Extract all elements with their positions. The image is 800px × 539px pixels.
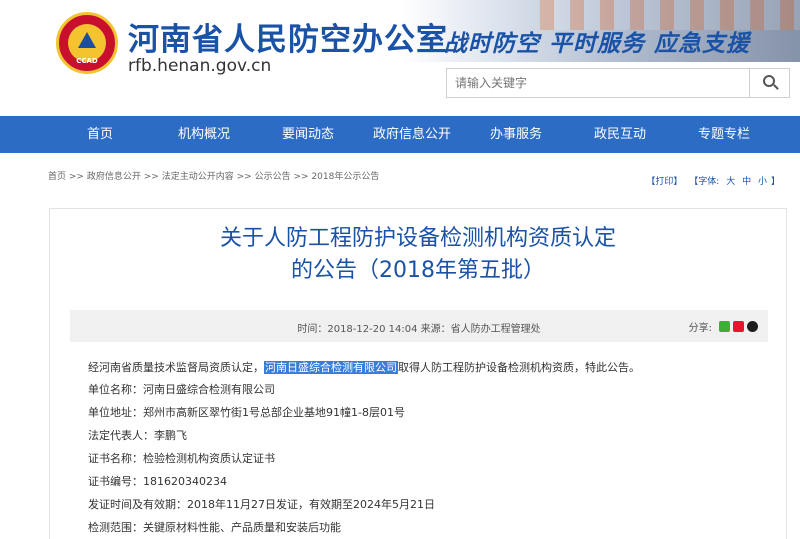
main-nav: 首页 机构概况 要闻动态 政府信息公开 办事服务 政民互动 专题专栏: [0, 116, 800, 153]
font-medium-button[interactable]: 中: [742, 177, 751, 187]
logo-triangle-icon: [78, 32, 96, 48]
font-large-button[interactable]: 大: [726, 177, 735, 187]
breadcrumb: 首页 >> 政府信息公开 >> 法定主动公开内容 >> 公示公告 >> 2018…: [48, 169, 379, 182]
intro-text-before: 经河南省质量技术监督局资质认定，: [88, 361, 264, 374]
site-url: rfb.henan.gov.cn: [128, 56, 272, 76]
field-legal-representative: 法定代表人：李鹏飞: [88, 429, 187, 442]
article-meta: 时间：2018-12-20 14:04 来源：省人防办工程管理处: [297, 324, 541, 335]
nav-item-organization[interactable]: 机构概况: [152, 116, 256, 153]
logo-text: CCAD: [76, 57, 98, 65]
intro-text-after: 取得人防工程防护设备检测机构资质，特此公告。: [398, 361, 640, 374]
breadcrumb-link-2018-notices[interactable]: 2018年公示公告: [311, 172, 379, 182]
nav-item-news[interactable]: 要闻动态: [256, 116, 360, 153]
breadcrumb-link-notices[interactable]: 公示公告: [255, 172, 291, 182]
font-small-button[interactable]: 小: [758, 177, 767, 187]
search-box: [446, 68, 790, 98]
site-title[interactable]: 河南省人民防空办公室: [128, 14, 448, 59]
print-button[interactable]: 【打印】: [646, 177, 682, 187]
search-input[interactable]: [447, 69, 749, 97]
qq-share-icon[interactable]: [747, 321, 758, 332]
breadcrumb-separator: >>: [293, 172, 309, 182]
breadcrumb-separator: >>: [68, 172, 84, 182]
field-issue-validity: 发证时间及有效期：2018年11月27日发证，有效期至2024年5月21日: [88, 498, 435, 511]
breadcrumb-link-home[interactable]: 首页: [48, 172, 66, 182]
field-certificate-name: 证书名称：检验检测机构资质认定证书: [88, 452, 275, 465]
share-bar: 分享:: [689, 319, 758, 334]
font-size-label: 【字体:: [689, 177, 720, 187]
page-tools: 【打印】 【字体: 大 中 小】: [642, 174, 780, 187]
search-button[interactable]: [749, 69, 789, 97]
wechat-share-icon[interactable]: [719, 321, 730, 332]
share-label: 分享:: [688, 323, 712, 334]
article-intro: 经河南省质量技术监督局资质认定，河南日盛综合检测有限公司取得人防工程防护设备检测…: [88, 359, 640, 375]
field-certificate-number: 证书编号：181620340234: [88, 475, 227, 488]
site-header: CCAD 河南省人民防空办公室 rfb.henan.gov.cn 战时防空 平时…: [0, 0, 800, 116]
field-testing-scope: 检测范围：关键原材料性能、产品质量和安装后功能: [88, 521, 341, 534]
search-icon-handle: [773, 84, 779, 90]
breadcrumb-link-gov-info[interactable]: 政府信息公开: [87, 172, 141, 182]
nav-item-home[interactable]: 首页: [48, 116, 152, 153]
intro-highlighted-company: 河南日盛综合检测有限公司: [264, 361, 398, 374]
breadcrumb-link-statutory[interactable]: 法定主动公开内容: [162, 172, 234, 182]
article-meta-bar: 时间：2018-12-20 14:04 来源：省人防办工程管理处 分享:: [70, 310, 768, 342]
weibo-share-icon[interactable]: [733, 321, 744, 332]
breadcrumb-separator: >>: [143, 172, 159, 182]
breadcrumb-separator: >>: [236, 172, 252, 182]
nav-item-topics[interactable]: 专题专栏: [672, 116, 776, 153]
nav-item-interaction[interactable]: 政民互动: [568, 116, 672, 153]
nav-item-gov-info[interactable]: 政府信息公开: [360, 116, 464, 153]
site-logo[interactable]: CCAD: [56, 12, 118, 74]
nav-item-services[interactable]: 办事服务: [464, 116, 568, 153]
font-size-close: 】: [770, 177, 780, 187]
field-unit-address: 单位地址：郑州市高新区翠竹街1号总部企业基地91幢1-8层01号: [88, 406, 405, 419]
article-title-line-1: 关于人防工程防护设备检测机构资质认定: [219, 226, 616, 251]
header-slogan: 战时防空 平时服务 应急支援: [444, 31, 751, 57]
article-container: 关于人防工程防护设备检测机构资质认定 的公告（2018年第五批） 时间：2018…: [49, 208, 787, 539]
article-title-line-2: 的公告（2018年第五批）: [291, 258, 545, 283]
article-title: 关于人防工程防护设备检测机构资质认定 的公告（2018年第五批）: [50, 223, 786, 287]
field-unit-name: 单位名称：河南日盛综合检测有限公司: [88, 383, 275, 396]
